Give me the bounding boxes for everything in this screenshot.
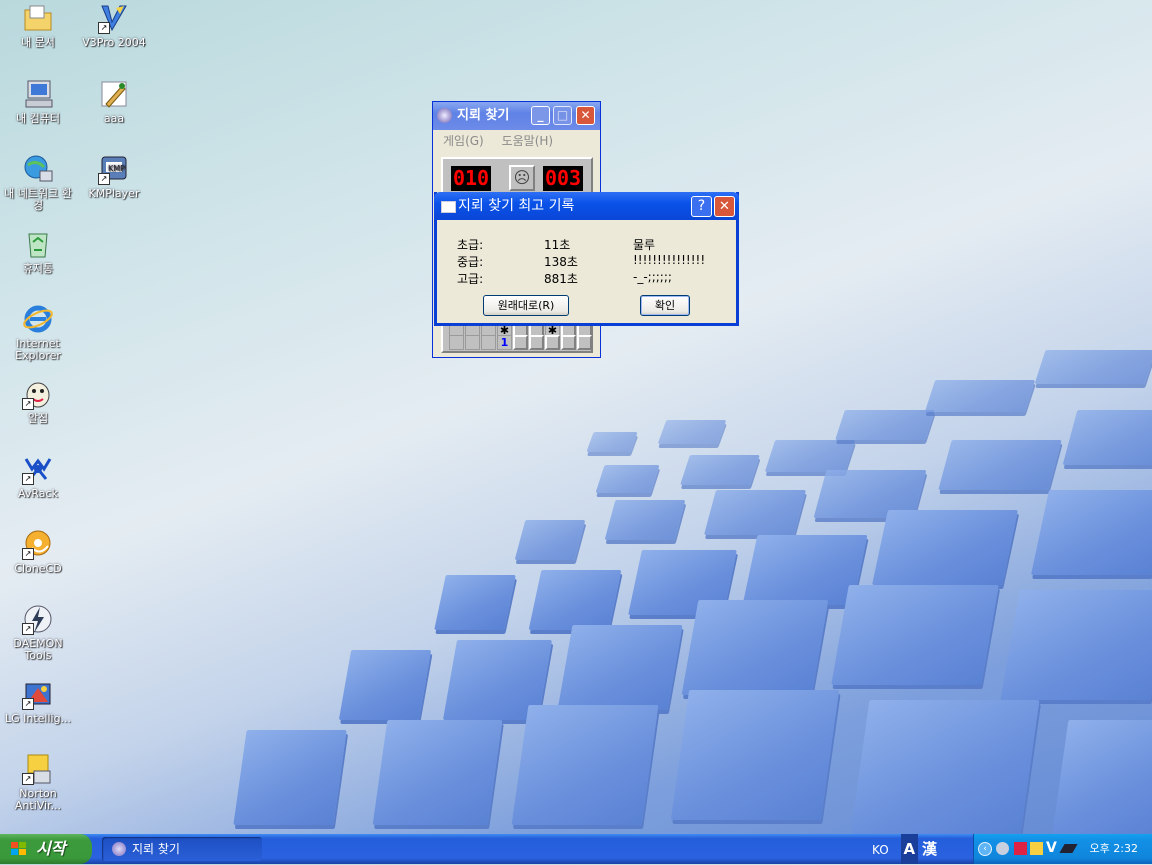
record-level: 초급:	[457, 238, 484, 252]
desktop-icon-label: Internet Explorer	[15, 337, 61, 362]
windows-flag-icon	[11, 842, 27, 856]
daemon-tools-icon: ↗	[22, 603, 54, 635]
clock[interactable]: 오후 2:32	[1090, 834, 1138, 864]
desktop-icon-label: Norton AntiVir...	[14, 787, 62, 812]
reset-face-button[interactable]: ☹	[509, 165, 535, 191]
tray-v3-icon[interactable]: V	[1046, 840, 1057, 856]
taskbar: 시작 지뢰 찾기 KO A 漢 ‹ V 오후 2:32	[0, 834, 1152, 864]
ime-toolbar[interactable]: KO A 漢	[872, 834, 937, 864]
minesweeper-title: 지뢰 찾기	[457, 108, 510, 123]
lg-intelligent-icon: ↗	[22, 678, 54, 710]
desktop-icon-label: KMPlayer	[88, 187, 140, 200]
ime-mode-icon[interactable]: A	[900, 834, 919, 864]
mine-field[interactable]: ✱ ✱ 1	[449, 323, 592, 351]
desktop-icon-aaa[interactable]: aaa	[77, 78, 151, 125]
desktop-icon-alzip[interactable]: ↗ 알집	[1, 378, 75, 425]
tray-app-icon[interactable]	[1030, 842, 1043, 855]
v3pro-icon: ↗	[98, 2, 130, 34]
kmplayer-icon: KMP ↗	[98, 153, 130, 185]
tray-app-icon[interactable]	[1014, 842, 1027, 855]
tray-expand-icon[interactable]: ‹	[978, 842, 992, 856]
my-documents-icon	[22, 2, 54, 34]
avrack-icon: ↗	[22, 453, 54, 485]
menu-game[interactable]: 게임(G)	[443, 134, 484, 148]
start-button[interactable]: 시작	[0, 834, 92, 864]
taskbar-button-label: 지뢰 찾기	[132, 842, 180, 856]
desktop-icon-label: 내 문서	[21, 36, 55, 49]
dialog-title: 지뢰 찾기 최고 기록	[458, 198, 575, 214]
record-level: 중급:	[457, 255, 484, 269]
record-name: 물루	[633, 238, 656, 252]
record-time: 11초	[544, 238, 571, 252]
alzip-icon: ↗	[22, 378, 54, 410]
desktop-icon-internet-explorer[interactable]: Internet Explorer	[1, 303, 75, 362]
dialog-close-button[interactable]: ✕	[714, 196, 735, 217]
record-name: !!!!!!!!!!!!!!!	[633, 253, 706, 267]
best-times-dialog[interactable]: 지뢰 찾기 최고 기록 ? ✕ 초급: 11초 물루 중급: 138초 !!!!…	[434, 192, 739, 326]
desktop-icon-label: LG Intellig...	[4, 712, 72, 725]
paint-icon	[98, 78, 130, 110]
record-time: 881초	[544, 272, 578, 286]
minesweeper-app-icon	[437, 108, 452, 123]
record-time: 138초	[544, 255, 578, 269]
desktop-icon-label: 내 네트워크 환경	[4, 187, 72, 212]
reset-scores-button[interactable]: 원래대로(R)	[483, 295, 569, 316]
desktop-icon-label: DAEMON Tools	[13, 637, 63, 662]
tray-app-icon[interactable]	[1059, 844, 1078, 853]
desktop-icon-label: CloneCD	[14, 562, 62, 575]
dialog-titlebar[interactable]: 지뢰 찾기 최고 기록 ? ✕	[434, 192, 739, 220]
help-button[interactable]: ?	[691, 196, 712, 217]
recycle-bin-icon	[22, 228, 54, 260]
taskbar-button-minesweeper[interactable]: 지뢰 찾기	[102, 837, 262, 861]
menu-help[interactable]: 도움말(H)	[502, 134, 554, 148]
ime-hanja-icon[interactable]: 漢	[922, 834, 937, 864]
internet-explorer-icon	[22, 303, 54, 335]
desktop-icon-daemon-tools[interactable]: ↗ DAEMON Tools	[1, 603, 75, 662]
norton-antivirus-icon: ↗	[22, 753, 54, 785]
desktop-icon-network[interactable]: 내 네트워크 환경	[1, 153, 75, 212]
desktop-icon-label: 휴지통	[22, 262, 54, 275]
desktop-icon-label: 내 컴퓨터	[16, 112, 60, 125]
system-tray: ‹ V 오후 2:32	[973, 834, 1152, 864]
maximize-button: □	[553, 106, 572, 125]
mine-count-number: 1	[500, 336, 509, 349]
desktop-icon-v3pro[interactable]: ↗ V3Pro 2004	[77, 2, 151, 49]
desktop-icon-kmplayer[interactable]: KMP ↗ KMPlayer	[77, 153, 151, 200]
clonecd-icon: ↗	[22, 528, 54, 560]
start-label: 시작	[36, 839, 66, 858]
desktop-icon-label: AvRack	[18, 487, 58, 500]
desktop-icon-recycle-bin[interactable]: 휴지통	[1, 228, 75, 275]
desktop-icon-my-documents[interactable]: 내 문서	[1, 2, 75, 49]
desktop-icon-clonecd[interactable]: ↗ CloneCD	[1, 528, 75, 575]
ime-language[interactable]: KO	[872, 843, 889, 857]
minesweeper-titlebar[interactable]: 지뢰 찾기 _ □ ✕	[433, 102, 600, 130]
close-button[interactable]: ✕	[576, 106, 595, 125]
svg-text:KMP: KMP	[108, 164, 125, 173]
minimize-button[interactable]: _	[531, 106, 550, 125]
record-name: -_-;;;;;;	[633, 270, 672, 284]
dialog-window-icon	[441, 201, 456, 213]
timer-display: 003	[543, 166, 583, 191]
minesweeper-task-icon	[112, 842, 126, 856]
desktop-icon-label: aaa	[103, 112, 125, 125]
desktop-icon-label: 알집	[27, 412, 49, 425]
minesweeper-menubar: 게임(G) 도움말(H)	[433, 130, 600, 152]
desktop-icon-norton[interactable]: ↗ Norton AntiVir...	[1, 753, 75, 812]
network-icon	[22, 153, 54, 185]
desktop-icon-lg-intelligent[interactable]: ↗ LG Intellig...	[1, 678, 75, 725]
desktop-icon-label: V3Pro 2004	[82, 36, 146, 49]
ok-button[interactable]: 확인	[640, 295, 690, 316]
desktop-icon-my-computer[interactable]: 내 컴퓨터	[1, 78, 75, 125]
desktop-icon-avrack[interactable]: ↗ AvRack	[1, 453, 75, 500]
record-level: 고급:	[457, 272, 484, 286]
my-computer-icon	[22, 78, 54, 110]
mine-counter: 010	[451, 166, 491, 191]
tray-app-icon[interactable]	[996, 842, 1009, 855]
